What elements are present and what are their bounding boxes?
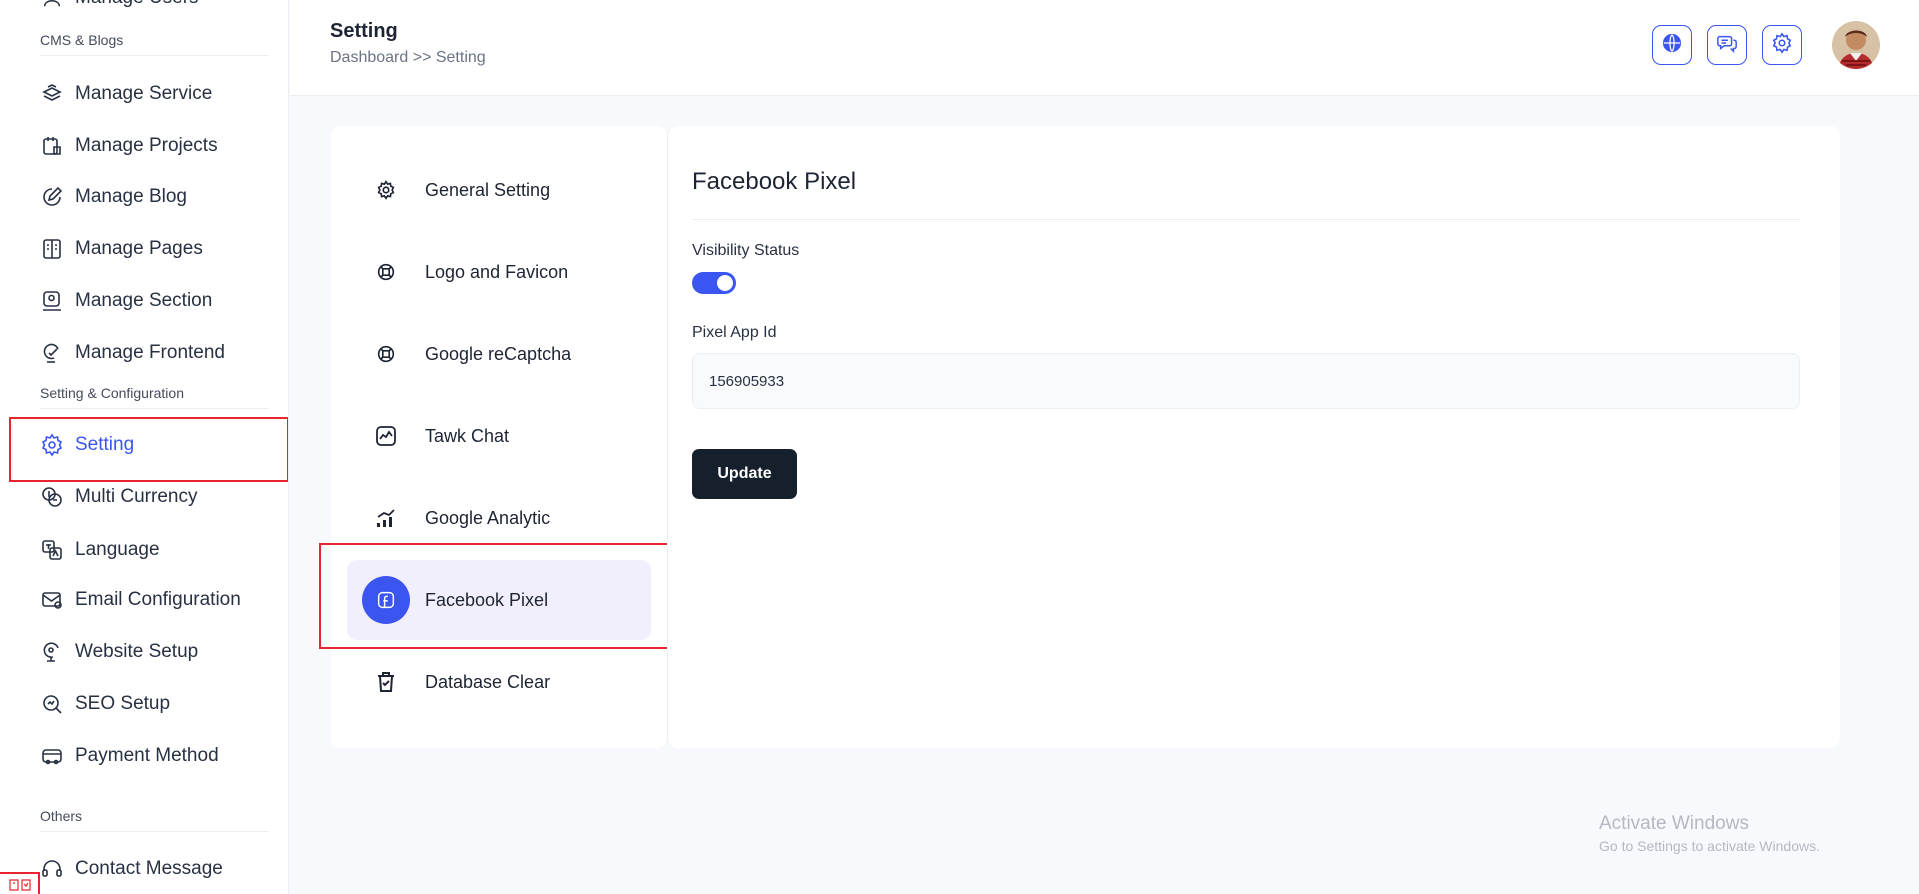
sidebar-item-label: Manage Blog [75, 186, 187, 207]
toggle-knob [717, 275, 733, 291]
sidebar-section-setting: Setting & Configuration [40, 385, 184, 401]
pixel-app-id-input[interactable] [692, 353, 1800, 409]
tawk-chat-icon [362, 412, 410, 460]
sidebar-item-label: Language [75, 539, 160, 560]
update-button[interactable]: Update [692, 449, 797, 499]
settings-menu-general-setting[interactable]: General Setting [347, 150, 651, 230]
sidebar-item-manage-section[interactable]: Manage Section [40, 281, 212, 321]
watermark-subtitle: Go to Settings to activate Windows. [1599, 838, 1820, 854]
watermark-title: Activate Windows [1599, 813, 1749, 834]
frontend-icon [40, 341, 64, 365]
headset-icon [40, 857, 64, 881]
messages-button[interactable] [1707, 25, 1747, 65]
currency-icon [40, 485, 64, 509]
settings-menu-label: Logo and Favicon [425, 261, 569, 282]
seo-icon [40, 692, 64, 716]
sidebar-item-language[interactable]: Language [40, 530, 160, 570]
settings-menu-database-clear[interactable]: Database Clear [347, 642, 651, 722]
sidebar-item-manage-blog[interactable]: Manage Blog [40, 177, 187, 217]
highlight-frame-corner [0, 872, 40, 894]
language-globe-button[interactable] [1652, 25, 1692, 65]
sidebar-item-label: Manage Section [75, 290, 213, 311]
settings-menu-label: General Setting [425, 179, 551, 200]
settings-menu-google-recaptcha[interactable]: Google reCaptcha [347, 314, 651, 394]
sidebar-section-cms: CMS & Blogs [40, 32, 124, 48]
section-icon [40, 289, 64, 313]
sidebar-item-label: Manage Frontend [75, 342, 225, 363]
settings-menu-label: Tawk Chat [425, 425, 510, 446]
sidebar-item-label: Multi Currency [75, 486, 198, 507]
sidebar-item-website-setup[interactable]: Website Setup [40, 632, 198, 672]
settings-menu-card: General Setting Logo and Favicon Google … [331, 126, 667, 748]
sidebar-item-manage-frontend[interactable]: Manage Frontend [40, 333, 225, 373]
website-setup-icon [40, 640, 64, 664]
settings-menu-label: Database Clear [425, 671, 551, 692]
page-title: Setting [330, 20, 398, 42]
sidebar-divider [40, 408, 269, 409]
globe-icon [1661, 32, 1683, 59]
visibility-status-toggle[interactable] [692, 272, 736, 294]
settings-menu-label: Google reCaptcha [425, 343, 572, 364]
sidebar-item-label: Manage Projects [75, 135, 218, 156]
settings-menu-label: Google Analytic [425, 507, 551, 528]
sidebar-item-manage-projects[interactable]: Manage Projects [40, 126, 218, 166]
sidebar: Manage Users CMS & Blogs Manage Service … [0, 0, 289, 894]
payment-icon [40, 744, 64, 768]
sidebar-item-label: SEO Setup [75, 693, 171, 714]
logo-icon [362, 248, 410, 296]
settings-menu-logo-favicon[interactable]: Logo and Favicon [347, 232, 651, 312]
sidebar-item-email-configuration[interactable]: Email Configuration [40, 580, 241, 620]
trash-icon [362, 658, 410, 706]
sidebar-item-label: Manage Pages [75, 238, 203, 259]
gear-icon [1771, 31, 1793, 59]
sidebar-divider [40, 831, 269, 832]
sidebar-item-multi-currency[interactable]: Multi Currency [40, 477, 197, 517]
sidebar-item-manage-users[interactable]: Manage Users [40, 0, 199, 18]
highlight-frame-facebook-pixel [319, 543, 684, 649]
users-icon [40, 0, 64, 10]
breadcrumb: Dashboard >> Setting [330, 49, 486, 66]
email-config-icon [40, 588, 64, 612]
sidebar-item-manage-pages[interactable]: Manage Pages [40, 229, 203, 269]
chat-icon [1716, 32, 1738, 59]
pixel-app-id-label: Pixel App Id [692, 324, 777, 341]
gear-icon [362, 166, 410, 214]
sidebar-section-others: Others [40, 808, 83, 824]
sidebar-item-label: Manage Users [75, 0, 199, 9]
top-header: Setting Dashboard >> Setting [290, 0, 1919, 96]
sidebar-item-label: Manage Service [75, 83, 213, 104]
facebook-pixel-panel: Facebook Pixel Visibility Status Pixel A… [667, 126, 1840, 748]
sidebar-item-label: Email Configuration [75, 589, 241, 610]
language-icon [40, 538, 64, 562]
service-icon [40, 82, 64, 106]
sidebar-item-label: Contact Message [75, 858, 223, 879]
settings-button[interactable] [1762, 25, 1802, 65]
settings-menu-tawk-chat[interactable]: Tawk Chat [347, 396, 651, 476]
sidebar-item-contact-message[interactable]: Contact Message [40, 849, 223, 889]
sidebar-item-label: Payment Method [75, 745, 219, 766]
pages-icon [40, 237, 64, 261]
sidebar-item-manage-service[interactable]: Manage Service [40, 74, 212, 114]
sidebar-item-seo-setup[interactable]: SEO Setup [40, 684, 170, 724]
analytics-icon [362, 494, 410, 542]
blog-icon [40, 185, 64, 209]
highlight-frame-sidebar-setting [9, 417, 288, 482]
panel-title: Facebook Pixel [692, 168, 857, 195]
sidebar-divider [40, 55, 269, 56]
sidebar-item-payment-method[interactable]: Payment Method [40, 736, 219, 776]
panel-divider [692, 219, 1800, 220]
recaptcha-icon [362, 330, 410, 378]
user-avatar[interactable] [1832, 21, 1880, 69]
visibility-status-label: Visibility Status [692, 242, 800, 259]
sidebar-item-label: Website Setup [75, 641, 199, 662]
projects-icon [40, 134, 64, 158]
